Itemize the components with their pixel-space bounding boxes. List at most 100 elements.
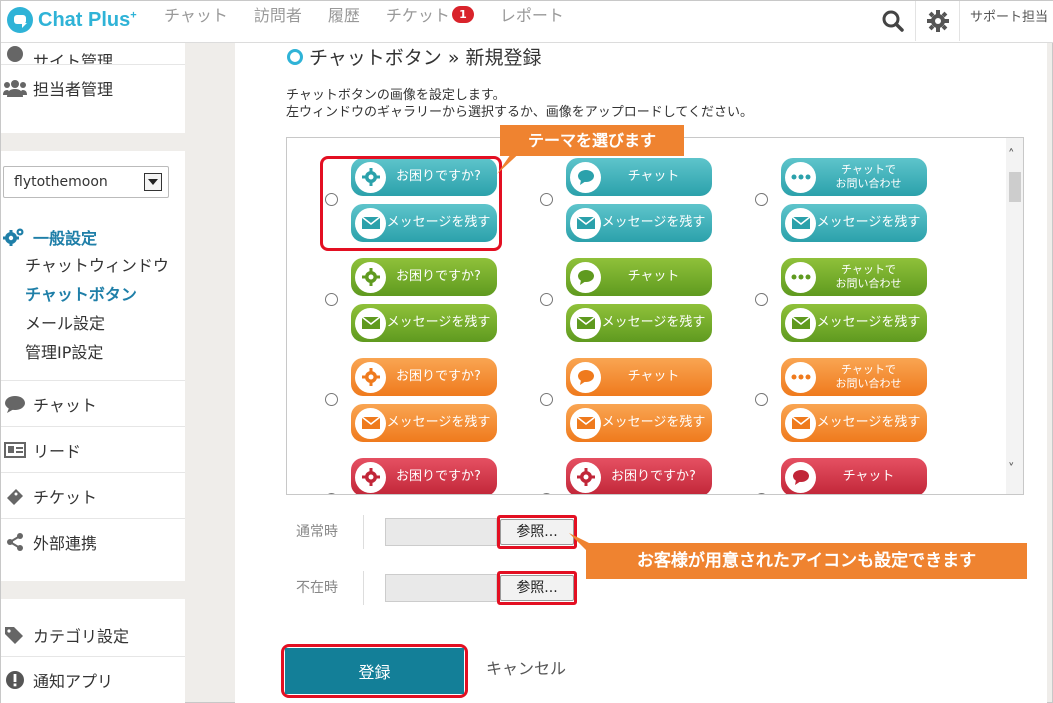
theme-radio[interactable] xyxy=(325,293,338,306)
theme-radio[interactable] xyxy=(755,193,768,206)
sidebar-nav-list: チャット リード チケット 外部連携 xyxy=(1,380,185,565)
speech-bubble-icon xyxy=(570,161,601,193)
gears-icon xyxy=(3,227,27,247)
theme-button-top[interactable]: チャット xyxy=(566,158,712,196)
sidebar-item-notify-app[interactable]: 通知アプリ xyxy=(1,657,185,703)
chevron-down-icon[interactable]: ˅ xyxy=(1008,462,1015,477)
theme-button-message[interactable]: メッセージを残す xyxy=(566,304,712,342)
theme-button-top[interactable]: チャットで お問い合わせ xyxy=(781,158,927,196)
sidebar-item-label: チケット xyxy=(33,487,98,507)
sidebar-item-tickets[interactable]: チケット xyxy=(1,473,185,519)
pill-label: お困りですか? xyxy=(611,469,696,484)
divider xyxy=(363,571,364,605)
theme-radio[interactable] xyxy=(325,493,338,494)
theme-button-message[interactable]: メッセージを残す xyxy=(781,304,927,342)
nav-visitors[interactable]: 訪問者 xyxy=(254,1,302,43)
more-dots-icon xyxy=(785,161,816,193)
browse-button-normal[interactable]: 参照... xyxy=(500,519,574,545)
pill-label: チャットで お問い合わせ xyxy=(835,163,902,190)
theme-radio[interactable] xyxy=(325,393,338,406)
pill-label: お困りですか? xyxy=(396,469,481,484)
chevron-down-icon xyxy=(144,173,162,191)
site-settings-icon xyxy=(3,44,27,64)
callout-custom-icon: お客様が用意されたアイコンも設定できます xyxy=(586,543,1027,579)
theme-button-message[interactable]: メッセージを残す xyxy=(351,404,497,442)
scrollbar-thumb[interactable] xyxy=(1009,172,1021,202)
share-icon xyxy=(3,532,27,552)
app-logo[interactable]: Chat Plus+ xyxy=(7,7,137,33)
theme-button-top[interactable]: お困りですか? xyxy=(566,458,712,494)
search-button[interactable] xyxy=(871,1,915,41)
theme-radio[interactable] xyxy=(540,193,553,206)
theme-button-message[interactable]: メッセージを残す xyxy=(781,404,927,442)
support-user-menu[interactable]: サポート担当 xyxy=(959,1,1053,41)
sidebar-item-categories[interactable]: カテゴリ設定 xyxy=(1,599,185,657)
nav-reports[interactable]: レポート xyxy=(500,1,564,43)
sidebar-item-chat-button[interactable]: チャットボタン xyxy=(1,280,185,309)
sidebar-item-label: リード xyxy=(33,441,82,461)
sidebar-section-general[interactable]: 一般設定 xyxy=(1,223,185,251)
circle-bullet-icon xyxy=(287,48,303,65)
gallery-scrollbar[interactable]: ˄ ˅ xyxy=(1006,138,1023,494)
theme-button-top[interactable]: お困りですか? xyxy=(351,458,497,494)
theme-button-top[interactable]: お困りですか? xyxy=(351,358,497,396)
gear-icon xyxy=(355,461,386,493)
sidebar-item-chat-window[interactable]: チャットウィンドウ xyxy=(1,251,185,280)
nav-history[interactable]: 履歴 xyxy=(328,1,360,43)
theme-button-top[interactable]: チャットで お問い合わせ xyxy=(781,258,927,296)
chevron-up-icon[interactable]: ˄ xyxy=(1008,148,1015,163)
general-settings-section: 一般設定 チャットウィンドウ チャットボタン メール設定 管理IP設定 xyxy=(1,223,185,367)
pill-label: チャット xyxy=(627,369,680,384)
envelope-icon xyxy=(355,307,386,339)
envelope-icon xyxy=(785,407,816,439)
divider xyxy=(363,515,364,549)
id-card-icon xyxy=(3,440,27,460)
pill-label: お困りですか? xyxy=(396,269,481,284)
pill-label: メッセージを残す xyxy=(816,215,921,230)
selected-theme-highlight xyxy=(320,156,502,251)
theme-button-top[interactable]: お困りですか? xyxy=(351,258,497,296)
theme-radio[interactable] xyxy=(755,493,768,494)
nav-tickets[interactable]: チケット 1 xyxy=(386,1,474,43)
alert-circle-icon xyxy=(3,670,27,690)
sidebar-item-ip-settings[interactable]: 管理IP設定 xyxy=(1,338,185,367)
theme-radio[interactable] xyxy=(755,293,768,306)
envelope-icon xyxy=(570,207,601,239)
nav-chat[interactable]: チャット xyxy=(164,1,228,43)
theme-button-top[interactable]: チャット xyxy=(566,358,712,396)
cancel-link[interactable]: キャンセル xyxy=(486,655,566,679)
theme-button-message[interactable]: メッセージを残す xyxy=(351,304,497,342)
sidebar-item-leads[interactable]: リード xyxy=(1,427,185,473)
more-dots-icon xyxy=(785,361,816,393)
pill-label: チャットで お問い合わせ xyxy=(835,263,902,290)
callout-pointer xyxy=(497,148,525,174)
theme-radio[interactable] xyxy=(540,493,553,494)
main-panel: チャットボタン » 新規登録 チャットボタンの画像を設定します。 左ウィンドウの… xyxy=(235,43,1047,703)
nav-tickets-label: チケット xyxy=(385,6,450,25)
site-select[interactable]: flytothemoon xyxy=(3,166,169,198)
away-state-label: 不在時 xyxy=(296,580,338,596)
sidebar-item-chat[interactable]: チャット xyxy=(1,381,185,427)
theme-radio[interactable] xyxy=(755,393,768,406)
theme-button-message[interactable]: メッセージを残す xyxy=(566,404,712,442)
tags-icon xyxy=(3,625,27,645)
submit-button[interactable]: 登録 xyxy=(285,648,464,694)
sidebar-item-mail-settings[interactable]: メール設定 xyxy=(1,309,185,338)
gear-icon xyxy=(926,10,949,32)
sidebar-section-label: 一般設定 xyxy=(33,229,98,248)
theme-radio[interactable] xyxy=(540,293,553,306)
theme-radio[interactable] xyxy=(540,393,553,406)
theme-button-message[interactable]: メッセージを残す xyxy=(566,204,712,242)
away-file-input[interactable] xyxy=(385,574,497,602)
theme-button-top[interactable]: チャットで お問い合わせ xyxy=(781,358,927,396)
theme-button-top[interactable]: チャット xyxy=(566,258,712,296)
sidebar-footer-card: カテゴリ設定 通知アプリ xyxy=(1,599,185,703)
theme-button-top[interactable]: チャット xyxy=(781,458,927,494)
browse-button-away[interactable]: 参照... xyxy=(500,575,574,601)
normal-file-input[interactable] xyxy=(385,518,497,546)
theme-button-message[interactable]: メッセージを残す xyxy=(781,204,927,242)
settings-button[interactable] xyxy=(915,1,959,41)
sidebar-item-staff[interactable]: 担当者管理 xyxy=(1,65,185,111)
sidebar-item-site[interactable]: サイト管理 xyxy=(1,43,185,65)
sidebar-item-integrations[interactable]: 外部連携 xyxy=(1,519,185,565)
